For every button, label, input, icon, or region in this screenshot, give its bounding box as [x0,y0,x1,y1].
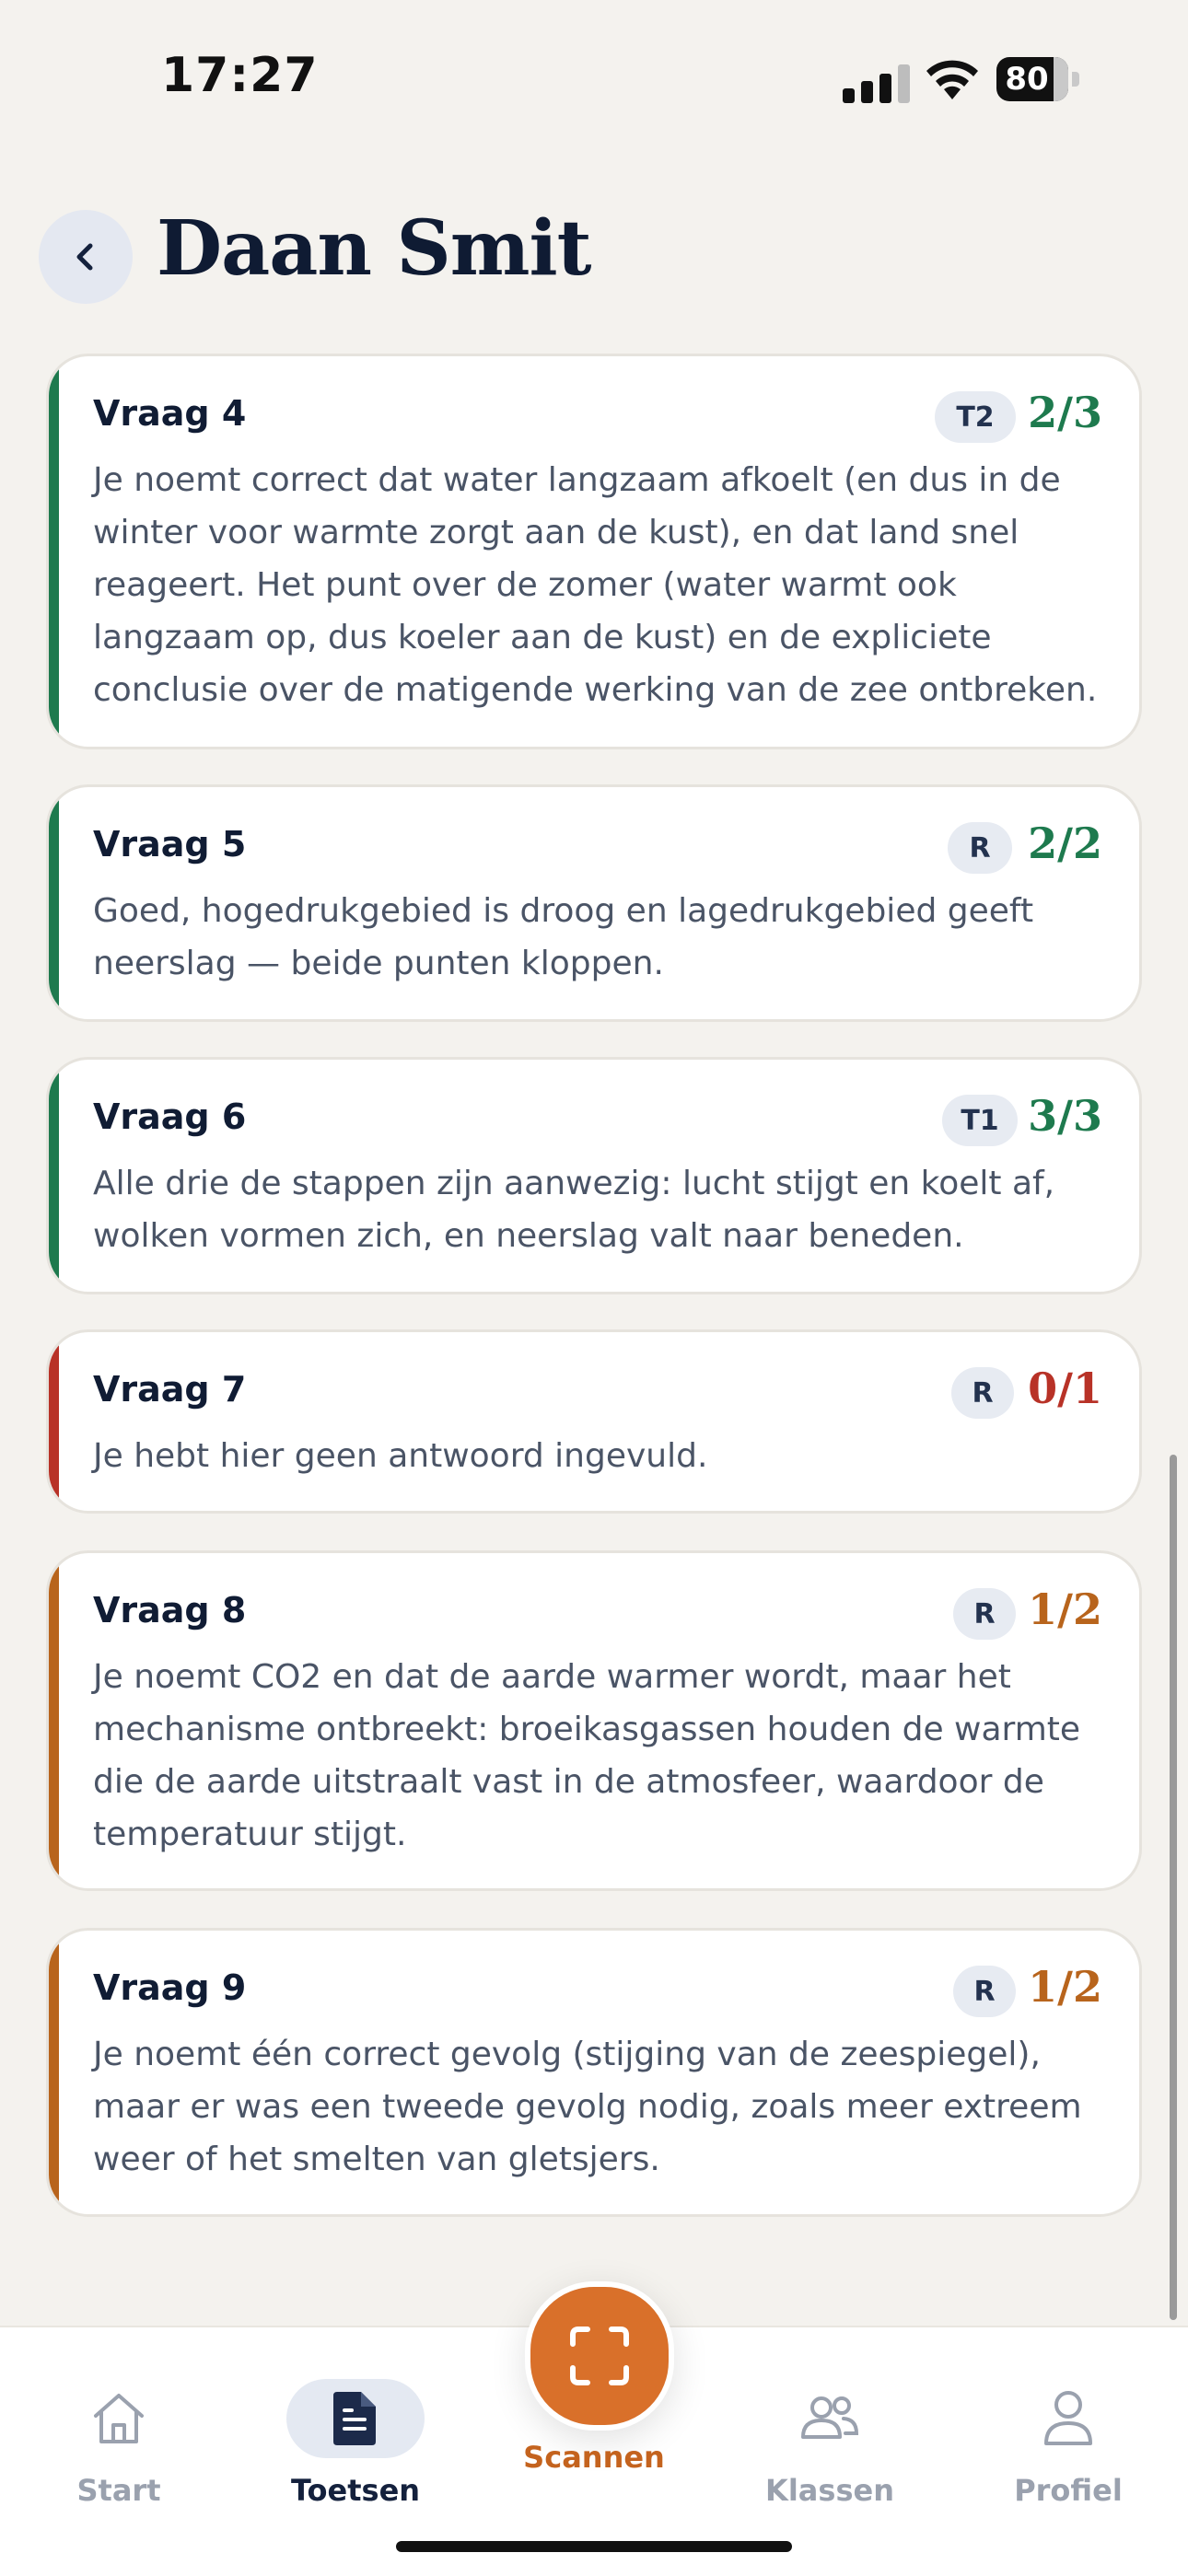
tab-klassen[interactable]: Klassen [738,2362,922,2510]
cellular-signal-icon [843,63,920,103]
scan-icon [570,2327,629,2385]
status-accent [49,356,59,747]
question-tag: R [951,1367,1014,1419]
question-feedback: Goed, hogedrukgebied is droog en lagedru… [93,892,1034,982]
tab-start[interactable]: Start [27,2362,211,2510]
question-card-6[interactable]: Vraag 6 T1 3/3 Alle drie de stappen zijn… [46,1057,1142,1294]
question-tag: T1 [942,1095,1018,1146]
question-title: Vraag 5 [93,824,247,864]
status-bar: 17:27 80 [0,0,1188,157]
status-accent [49,1060,59,1292]
question-feedback: Je noemt correct dat water langzaam afko… [93,461,1098,709]
question-tag: R [953,1966,1016,2017]
question-feedback: Je hebt hier geen antwoord ingevuld. [93,1437,708,1475]
tab-profiel[interactable]: Profiel [976,2362,1160,2510]
status-accent [49,1332,59,1511]
tab-label: Profiel [1014,2473,1123,2508]
home-icon [94,2394,144,2443]
question-title: Vraag 9 [93,1967,247,2008]
document-icon [333,2392,376,2445]
status-time: 17:27 [161,48,319,103]
question-card-9[interactable]: Vraag 9 R 1/2 Je noemt één correct gevol… [46,1928,1142,2217]
question-card-5[interactable]: Vraag 5 R 2/2 Goed, hogedrukgebied is dr… [46,784,1142,1022]
question-feedback: Alle drie de stappen zijn aanwezig: luch… [93,1165,1055,1255]
page-title: Daan Smit [157,204,592,293]
scrollbar[interactable] [1170,1455,1177,2320]
status-accent [49,1553,59,1888]
question-title: Vraag 6 [93,1097,247,1137]
tab-label: Start [76,2473,161,2508]
users-icon [801,2396,859,2439]
question-card-8[interactable]: Vraag 8 R 1/2 Je noemt CO2 en dat de aar… [46,1550,1142,1891]
home-indicator [396,2541,792,2552]
status-accent [49,1931,59,2214]
back-button[interactable] [39,210,133,304]
tab-label: Toetsen [290,2473,421,2508]
question-score: 2/3 [1028,388,1102,437]
question-tag: T2 [935,391,1016,443]
battery-level: 80 [1005,61,1049,98]
tab-label: Klassen [765,2473,894,2508]
question-title: Vraag 8 [93,1590,247,1630]
battery-icon: 80 [996,57,1085,101]
question-score: 1/2 [1028,1584,1102,1634]
question-score: 2/2 [1028,818,1102,868]
question-card-4[interactable]: Vraag 4 T2 2/3 Je noemt correct dat wate… [46,354,1142,749]
profile-icon [1044,2391,1092,2445]
question-title: Vraag 4 [93,393,247,434]
question-score: 0/1 [1028,1363,1102,1413]
question-tag: R [948,822,1012,874]
question-tag: R [953,1588,1016,1640]
tab-toetsen[interactable]: Toetsen [263,2362,448,2510]
chevron-left-icon [76,243,93,271]
question-score: 1/2 [1028,1962,1102,2012]
wifi-icon [926,60,978,99]
question-card-7[interactable]: Vraag 7 R 0/1 Je hebt hier geen antwoord… [46,1329,1142,1514]
question-score: 3/3 [1028,1091,1102,1141]
question-feedback: Je noemt CO2 en dat de aarde warmer word… [93,1658,1081,1853]
question-feedback: Je noemt één correct gevolg (stijging va… [93,2036,1082,2178]
question-title: Vraag 7 [93,1369,247,1410]
scan-button[interactable] [525,2281,674,2431]
scan-label[interactable]: Scannen [502,2440,686,2475]
status-accent [49,787,59,1019]
